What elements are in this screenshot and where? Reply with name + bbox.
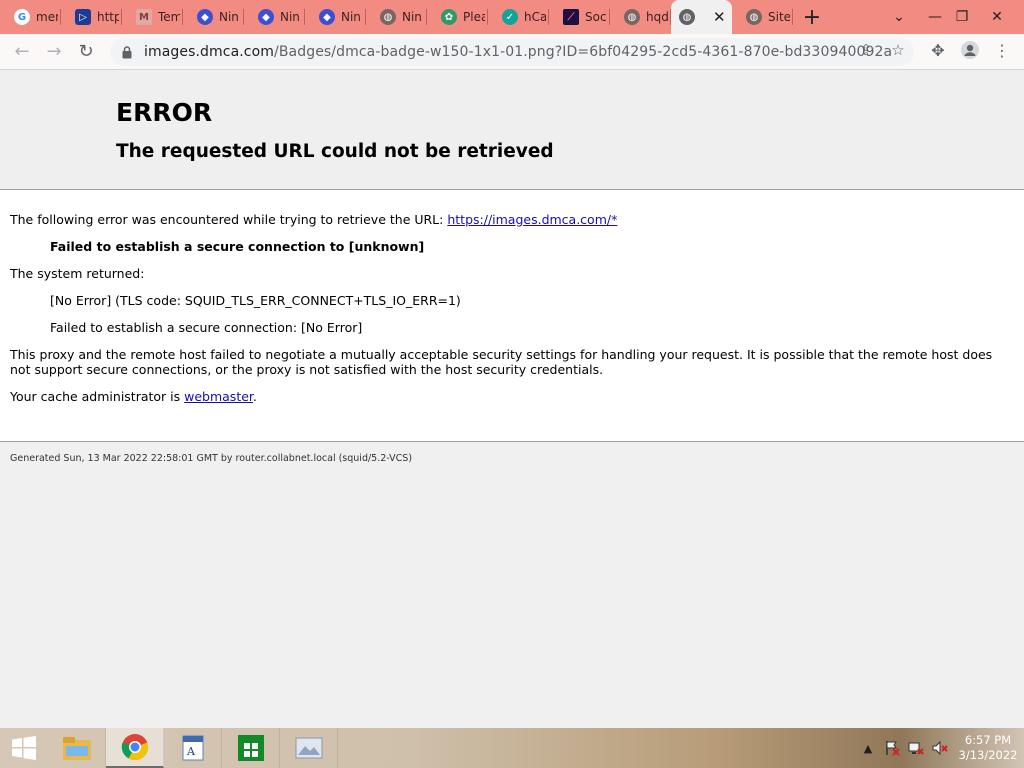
address-bar[interactable]: images.dmca.com/Badges/dmca-badge-w150-1… (110, 38, 914, 66)
tab-title: Nin (402, 10, 422, 24)
green-globe-icon: ✿ (441, 9, 457, 25)
system-error-code: [No Error] (TLS code: SQUID_TLS_ERR_CONN… (50, 293, 461, 308)
tab-search-icon[interactable]: ⌄ (882, 0, 916, 34)
tab-8[interactable]: ✿ Plea (427, 0, 488, 34)
system-returned-label: The system returned: (10, 266, 145, 281)
tab-11[interactable]: ◍ hqd (610, 0, 671, 34)
system-error-detail: Failed to establish a secure connection:… (50, 320, 363, 335)
tab-title: Nin (341, 10, 361, 24)
tab-13[interactable]: ◍ Site (732, 0, 793, 34)
wordpad-icon[interactable]: A (164, 728, 222, 768)
close-window-icon[interactable]: ✕ (980, 0, 1014, 34)
clock-date: 3/13/2022 (958, 748, 1018, 762)
globe-icon: ◍ (624, 9, 640, 25)
error-title: ERROR (116, 98, 213, 127)
tab-title: hCa (524, 10, 546, 24)
tab-title: hqd (646, 10, 668, 24)
intro-text: The following error was encountered whil… (10, 212, 448, 227)
page-content: ERROR The requested URL could not be ret… (0, 70, 1024, 728)
admin-suffix: . (252, 389, 257, 404)
tab-title: Tem (158, 10, 180, 24)
error-subtitle: The requested URL could not be retrieved (116, 141, 554, 162)
tab-10[interactable]: ⟋ Soc (549, 0, 610, 34)
chrome-icon[interactable] (106, 728, 164, 768)
webmaster-link[interactable]: webmaster (184, 389, 253, 404)
tab-5[interactable]: ◆ Nin (244, 0, 305, 34)
tab-6[interactable]: ◆ Nin (305, 0, 366, 34)
admin-prefix: Your cache administrator is (10, 389, 185, 404)
generated-footer: Generated Sun, 13 Mar 2022 22:58:01 GMT … (10, 453, 413, 464)
tab-7[interactable]: ◍ Nin (366, 0, 427, 34)
intro-paragraph: The following error was encountered whil… (10, 212, 1014, 227)
system-tray: ▲ 6:57 PM 3/13/2022 (856, 728, 1024, 768)
chart-icon: ⟋ (563, 9, 579, 25)
tab-1[interactable]: G mer (0, 0, 61, 34)
tab-9[interactable]: ✓ hCa (488, 0, 549, 34)
tab-4[interactable]: ◆ Nin (183, 0, 244, 34)
admin-paragraph: Your cache administrator is webmaster. (10, 389, 1014, 404)
hcaptcha-icon: ✓ (502, 9, 518, 25)
restore-icon[interactable]: ❐ (945, 0, 979, 34)
back-icon[interactable]: ← (6, 36, 38, 68)
taskbar-clock[interactable]: 6:57 PM 3/13/2022 (952, 733, 1024, 763)
tab-title: Soc (585, 10, 607, 24)
tab-title: Site (768, 10, 790, 24)
tab-title: Nin (280, 10, 300, 24)
clock-time: 6:57 PM (964, 733, 1012, 747)
extensions-icon[interactable]: ✥ (924, 36, 952, 64)
reload-icon[interactable]: ↻ (70, 36, 102, 68)
close-tab-icon[interactable]: ✕ (713, 8, 726, 26)
tab-title: Nin (219, 10, 239, 24)
network-icon[interactable] (904, 740, 928, 756)
share-icon[interactable]: ⇪ (854, 38, 878, 62)
image-viewer-icon[interactable] (280, 728, 338, 768)
store-icon[interactable] (222, 728, 280, 768)
svg-text:A: A (186, 745, 196, 758)
profile-avatar-icon[interactable] (956, 36, 984, 64)
url-host: images.dmca.com (144, 44, 275, 60)
retrieved-url-link[interactable]: https://images.dmca.com/* (447, 212, 617, 227)
windows-start-icon[interactable] (0, 728, 48, 768)
forward-icon[interactable]: → (38, 36, 70, 68)
gmail-icon: M (136, 9, 152, 25)
tab-3[interactable]: M Tem (122, 0, 183, 34)
new-tab-button[interactable]: + (793, 0, 831, 34)
tab-title: mer (36, 10, 58, 24)
tab-12-active[interactable]: ◍ ✕ (671, 0, 732, 34)
tab-strip: G mer ▷ http M Tem ◆ Nin ◆ Nin ◆ Nin ◍ N… (0, 0, 1024, 34)
windows-taskbar: A ▲ 6:57 PM 3/13/2022 (0, 728, 1024, 768)
ninja-icon: ◆ (319, 9, 335, 25)
show-hidden-icons-icon[interactable]: ▲ (856, 742, 880, 755)
tab-2[interactable]: ▷ http (61, 0, 122, 34)
failure-message: Failed to establish a secure connection … (50, 239, 425, 254)
file-explorer-icon[interactable] (48, 728, 106, 768)
explanation-paragraph: This proxy and the remote host failed to… (10, 347, 993, 377)
google-icon: G (14, 9, 30, 25)
bookmark-star-icon[interactable]: ☆ (886, 38, 910, 62)
url-text[interactable]: images.dmca.com/Badges/dmca-badge-w150-1… (144, 44, 892, 60)
play-icon: ▷ (75, 9, 91, 25)
tab-title: Plea (463, 10, 485, 24)
globe-icon: ◍ (679, 9, 695, 25)
error-header: ERROR The requested URL could not be ret… (0, 70, 1024, 190)
ninja-icon: ◆ (197, 9, 213, 25)
url-path: /Badges/dmca-badge-w150-1x1-01.png?ID=6b… (274, 44, 893, 60)
browser-toolbar: ← → ↻ images.dmca.com/Badges/dmca-badge-… (0, 34, 1024, 70)
globe-icon: ◍ (380, 9, 396, 25)
error-body: The following error was encountered whil… (0, 190, 1024, 442)
menu-kebab-icon[interactable]: ⋮ (988, 36, 1016, 64)
action-center-flag-icon[interactable] (880, 740, 904, 756)
volume-muted-icon[interactable] (928, 740, 952, 756)
lock-icon[interactable] (120, 45, 134, 59)
tab-title: http (97, 10, 119, 24)
globe-icon: ◍ (746, 9, 762, 25)
ninja-icon: ◆ (258, 9, 274, 25)
